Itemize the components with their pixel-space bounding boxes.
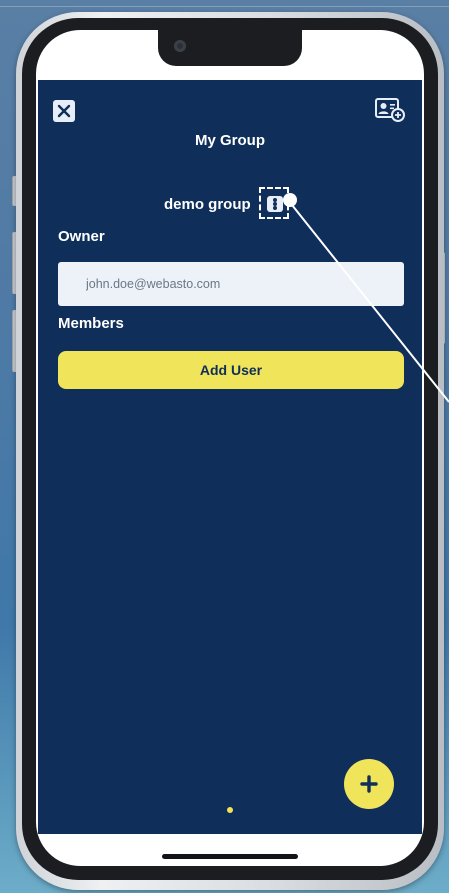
page-title: My Group	[195, 132, 265, 149]
close-icon	[57, 104, 71, 118]
my-group-screen: My Group demo group Owner Members Add Us…	[38, 80, 422, 834]
close-button[interactable]	[53, 100, 75, 122]
group-name: demo group	[164, 196, 251, 213]
page-indicator-dot	[227, 807, 233, 813]
top-divider	[0, 0, 449, 7]
home-indicator	[162, 854, 298, 859]
more-vertical-icon	[267, 196, 283, 212]
plus-icon	[360, 775, 378, 793]
add-user-header-button[interactable]	[375, 98, 405, 122]
add-user-button[interactable]: Add User	[58, 351, 404, 389]
phone-screen: My Group demo group Owner Members Add Us…	[36, 30, 424, 866]
camera-icon	[174, 40, 186, 52]
members-label: Members	[58, 315, 124, 332]
add-fab-button[interactable]	[344, 759, 394, 809]
group-name-row: demo group	[38, 186, 422, 222]
user-card-add-icon	[375, 98, 405, 122]
notch	[158, 30, 302, 66]
owner-email-field[interactable]	[58, 262, 404, 306]
owner-label: Owner	[58, 228, 105, 245]
callout-pointer-dot	[283, 193, 297, 207]
